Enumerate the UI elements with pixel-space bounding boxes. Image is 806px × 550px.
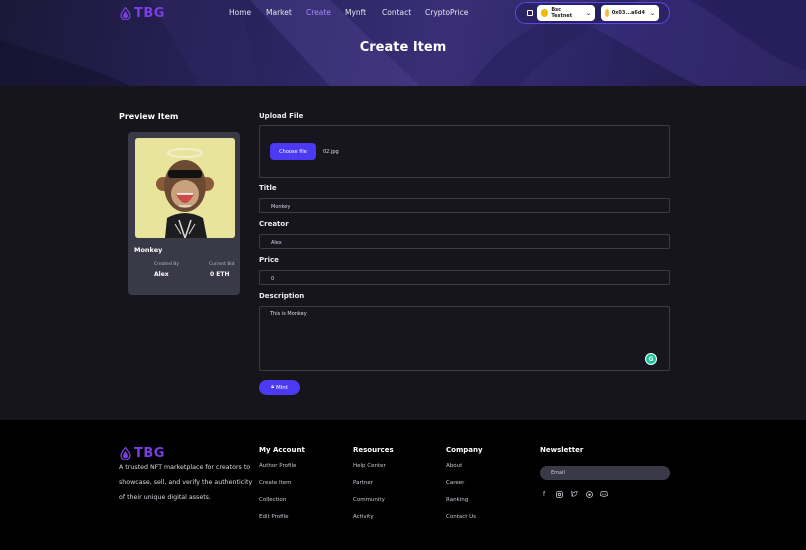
nav-cryptoprice[interactable]: CryptoPrice bbox=[425, 8, 468, 17]
footer-logo[interactable]: TBG bbox=[120, 446, 165, 461]
footer-tagline: A trusted NFT marketplace for creators t… bbox=[119, 464, 253, 501]
drop-logo-icon bbox=[120, 7, 131, 20]
lock-icon: 🔒︎ bbox=[271, 384, 274, 390]
bnb-icon bbox=[541, 9, 549, 17]
footer-link-about[interactable]: About bbox=[446, 463, 462, 469]
nav-home[interactable]: Home bbox=[229, 8, 251, 17]
instagram-icon[interactable] bbox=[555, 490, 563, 498]
created-by-value: Alex bbox=[154, 271, 169, 278]
current-bid-value: 0 ETH bbox=[210, 271, 230, 278]
description-textarea[interactable] bbox=[259, 306, 670, 371]
network-label: Bsc Testnet bbox=[551, 7, 573, 19]
footer-link-ranking[interactable]: Ranking bbox=[446, 497, 468, 503]
discord-icon[interactable] bbox=[600, 490, 608, 498]
nav-mynft[interactable]: Mynft bbox=[345, 8, 366, 17]
nft-preview-image bbox=[135, 138, 235, 238]
created-by-label: Created By bbox=[154, 262, 179, 267]
footer-link-author-profile[interactable]: Author Profile bbox=[259, 463, 296, 469]
footer-heading-my-account: My Account bbox=[259, 446, 305, 454]
nav-market[interactable]: Market bbox=[266, 8, 292, 17]
footer-link-community[interactable]: Community bbox=[353, 497, 385, 503]
price-label: Price bbox=[259, 256, 279, 264]
footer-link-activity[interactable]: Activity bbox=[353, 514, 374, 520]
brand-logo[interactable]: TBG bbox=[120, 6, 165, 21]
chevron-down-icon: ⌄ bbox=[649, 9, 655, 17]
account-avatar-icon bbox=[605, 9, 609, 17]
footer-link-help-center[interactable]: Help Center bbox=[353, 463, 386, 469]
nav-contact[interactable]: Contact bbox=[382, 8, 411, 17]
chevron-down-icon: ⌄ bbox=[585, 9, 591, 17]
page-title: Create Item bbox=[359, 40, 447, 55]
footer-link-collection[interactable]: Collection bbox=[259, 497, 286, 503]
footer-brand-name: TBG bbox=[134, 446, 165, 461]
choose-file-button[interactable]: Choose file bbox=[270, 143, 316, 160]
nav-create[interactable]: Create bbox=[306, 8, 331, 17]
upload-label: Upload File bbox=[259, 112, 304, 120]
description-value: This is Monkey bbox=[270, 311, 307, 317]
preview-heading: Preview Item bbox=[119, 112, 179, 121]
calendar-icon[interactable] bbox=[527, 10, 533, 16]
current-bid-label: Current Bid bbox=[209, 262, 235, 267]
mint-label: Mint bbox=[276, 384, 288, 391]
account-select[interactable]: 0x03...a6d4 ⌄ bbox=[601, 5, 659, 21]
footer-link-contact-us[interactable]: Contact Us bbox=[446, 514, 476, 520]
title-input[interactable]: Monkey bbox=[259, 198, 670, 213]
monkey-image bbox=[135, 138, 235, 238]
footer-heading-resources: Resources bbox=[353, 446, 394, 454]
reddit-icon[interactable] bbox=[585, 490, 593, 498]
upload-box bbox=[259, 125, 670, 178]
newsletter-email-input[interactable]: Email bbox=[540, 466, 670, 480]
title-label: Title bbox=[259, 184, 277, 192]
hero-banner: TBG Home Market Create Mynft Contact Cry… bbox=[0, 0, 806, 86]
footer-link-create-item[interactable]: Create Item bbox=[259, 480, 292, 486]
facebook-icon[interactable]: f bbox=[540, 490, 548, 498]
footer-link-partner[interactable]: Partner bbox=[353, 480, 373, 486]
footer-link-edit-profile[interactable]: Edit Profile bbox=[259, 514, 289, 520]
footer-link-career[interactable]: Career bbox=[446, 480, 464, 486]
selected-file-name: 02.jpg bbox=[323, 149, 339, 155]
footer-heading-newsletter: Newsletter bbox=[540, 446, 584, 454]
preview-card: Monkey Created By Alex Current Bid 0 ETH bbox=[128, 132, 240, 295]
creator-label: Creator bbox=[259, 220, 289, 228]
account-label: 0x03...a6d4 bbox=[611, 10, 645, 16]
preview-item-name: Monkey bbox=[134, 246, 163, 254]
drop-logo-icon bbox=[120, 447, 131, 460]
price-input[interactable]: 0 bbox=[259, 270, 670, 285]
mint-button[interactable]: 🔒︎ Mint bbox=[259, 380, 300, 395]
creator-input[interactable]: Alex bbox=[259, 234, 670, 249]
grammarly-icon[interactable]: G bbox=[645, 353, 657, 365]
description-label: Description bbox=[259, 292, 305, 300]
footer-heading-company: Company bbox=[446, 446, 483, 454]
twitter-icon[interactable] bbox=[570, 490, 578, 498]
brand-name: TBG bbox=[134, 6, 165, 21]
network-select[interactable]: Bsc Testnet ⌄ bbox=[537, 5, 595, 21]
